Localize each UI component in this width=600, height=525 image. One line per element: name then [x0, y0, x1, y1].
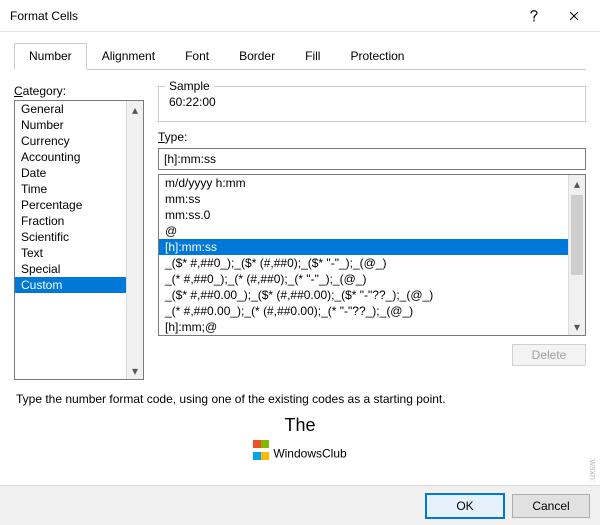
- tab-alignment[interactable]: Alignment: [87, 43, 170, 70]
- type-item[interactable]: _($* #,##0.00_);_($* (#,##0.00);_($* "-"…: [159, 287, 585, 303]
- windows-logo-icon: [253, 438, 269, 463]
- watermark-line2: WindowsClub: [0, 435, 600, 462]
- tab-label: Protection: [350, 49, 404, 63]
- type-item[interactable]: mm:ss.0: [159, 207, 585, 223]
- help-button[interactable]: [514, 3, 554, 29]
- category-item-fraction[interactable]: Fraction: [15, 213, 143, 229]
- category-item-general[interactable]: General: [15, 101, 143, 117]
- sample-value: 60:22:00: [167, 91, 577, 113]
- delete-button: Delete: [512, 344, 586, 366]
- scroll-thumb[interactable]: [571, 195, 583, 275]
- cancel-button[interactable]: Cancel: [512, 494, 590, 518]
- tab-protection[interactable]: Protection: [335, 43, 419, 70]
- hint-text: Type the number format code, using one o…: [16, 392, 584, 406]
- tab-font[interactable]: Font: [170, 43, 224, 70]
- type-scrollbar[interactable]: ▴ ▾: [568, 175, 585, 335]
- type-item[interactable]: _($* #,##0_);_($* (#,##0);_($* "-"_);_(@…: [159, 255, 585, 271]
- title-bar: Format Cells: [0, 0, 600, 32]
- type-item[interactable]: [$-en-US]h:mm:ss AM/PM: [159, 335, 585, 336]
- category-item-time[interactable]: Time: [15, 181, 143, 197]
- category-item-accounting[interactable]: Accounting: [15, 149, 143, 165]
- type-item[interactable]: _(* #,##0.00_);_(* (#,##0.00);_(* "-"??_…: [159, 303, 585, 319]
- tab-label: Alignment: [102, 49, 155, 63]
- category-item-percentage[interactable]: Percentage: [15, 197, 143, 213]
- category-label: Category:: [14, 84, 144, 98]
- type-input[interactable]: [158, 148, 586, 170]
- window-title: Format Cells: [10, 9, 514, 23]
- dialog-footer: OK Cancel: [0, 485, 600, 525]
- wsxn-watermark: :wsxn:: [588, 457, 598, 483]
- scroll-down-icon[interactable]: ▾: [127, 362, 143, 379]
- category-list[interactable]: General Number Currency Accounting Date …: [14, 100, 144, 380]
- type-item-selected[interactable]: [h]:mm:ss: [159, 239, 585, 255]
- category-item-number[interactable]: Number: [15, 117, 143, 133]
- tab-label: Number: [29, 49, 72, 63]
- type-list[interactable]: m/d/yyyy h:mm mm:ss mm:ss.0 @ [h]:mm:ss …: [158, 174, 586, 336]
- type-label: Type:: [158, 130, 586, 144]
- category-item-date[interactable]: Date: [15, 165, 143, 181]
- category-item-currency[interactable]: Currency: [15, 133, 143, 149]
- tab-label: Fill: [305, 49, 320, 63]
- scroll-down-icon[interactable]: ▾: [569, 318, 585, 335]
- tab-label: Font: [185, 49, 209, 63]
- type-item[interactable]: [h]:mm;@: [159, 319, 585, 335]
- sample-legend: Sample: [165, 79, 214, 93]
- watermark-line1: The: [0, 416, 600, 435]
- ok-button[interactable]: OK: [426, 494, 504, 518]
- type-item[interactable]: @: [159, 223, 585, 239]
- category-scrollbar[interactable]: ▴ ▾: [126, 101, 143, 379]
- category-item-text[interactable]: Text: [15, 245, 143, 261]
- tab-strip: Number Alignment Font Border Fill Protec…: [14, 42, 586, 70]
- scroll-up-icon[interactable]: ▴: [127, 101, 143, 118]
- sample-group: Sample 60:22:00: [158, 86, 586, 122]
- tab-label: Border: [239, 49, 275, 63]
- tab-border[interactable]: Border: [224, 43, 290, 70]
- scroll-up-icon[interactable]: ▴: [569, 175, 585, 192]
- category-item-scientific[interactable]: Scientific: [15, 229, 143, 245]
- close-icon: [569, 11, 579, 21]
- type-item[interactable]: mm:ss: [159, 191, 585, 207]
- tab-fill[interactable]: Fill: [290, 43, 335, 70]
- category-item-custom[interactable]: Custom: [15, 277, 143, 293]
- tab-number[interactable]: Number: [14, 43, 87, 70]
- category-item-special[interactable]: Special: [15, 261, 143, 277]
- type-item[interactable]: _(* #,##0_);_(* (#,##0);_(* "-"_);_(@_): [159, 271, 585, 287]
- help-icon: [529, 9, 539, 23]
- watermark: The WindowsClub: [0, 416, 600, 462]
- type-item[interactable]: m/d/yyyy h:mm: [159, 175, 585, 191]
- close-button[interactable]: [554, 3, 594, 29]
